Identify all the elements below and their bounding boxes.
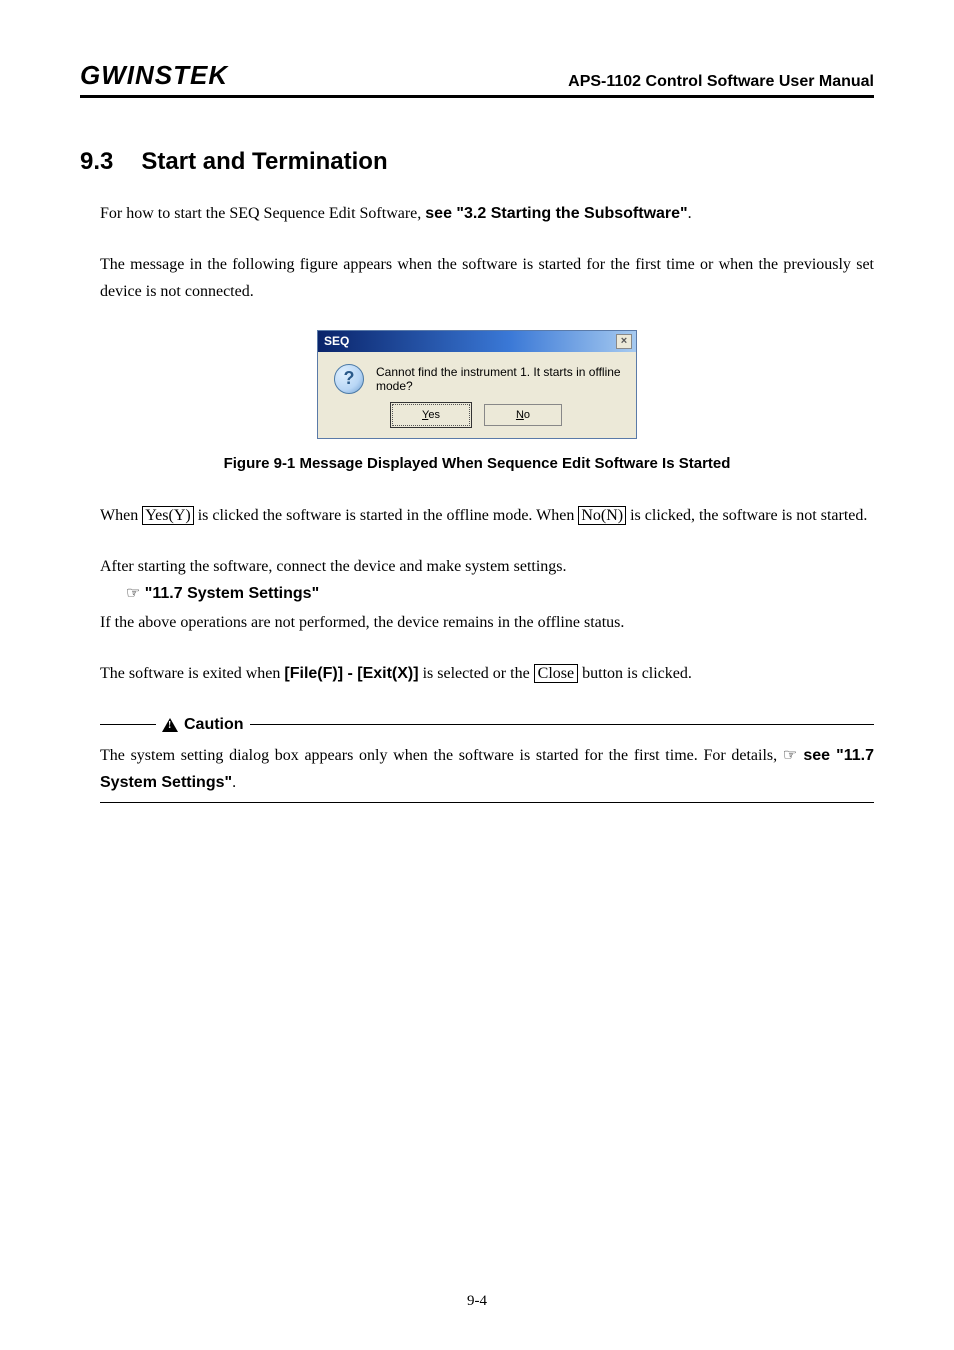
caution-label: Caution <box>184 716 244 734</box>
section-title: Start and Termination <box>141 148 387 175</box>
paragraph-yes-no: When Yes(Y) is clicked the software is s… <box>100 502 874 529</box>
document-title: APS-1102 Control Software User Manual <box>568 73 874 91</box>
brand-logo: GWINSTEK <box>80 60 228 91</box>
paragraph-after-start: After starting the software, connect the… <box>100 553 874 580</box>
close-key-label: Close <box>534 664 578 683</box>
cross-reference: ☞ "11.7 System Settings" <box>126 580 874 607</box>
section-number: 9.3 <box>80 148 113 176</box>
question-icon: ? <box>334 364 364 394</box>
section-heading: 9.3 Start and Termination <box>80 148 874 176</box>
paragraph-message-intro: The message in the following figure appe… <box>100 251 874 305</box>
divider <box>250 724 874 725</box>
caution-body: The system setting dialog box appears on… <box>100 742 874 803</box>
no-button[interactable]: No <box>484 404 562 426</box>
dialog-title-text: SEQ <box>324 334 349 348</box>
pointer-icon: ☞ <box>126 585 140 602</box>
paragraph-exit: The software is exited when [File(F)] - … <box>100 660 874 687</box>
yes-key-label: Yes(Y) <box>142 506 194 525</box>
pointer-icon: ☞ <box>783 747 797 764</box>
caution-block: Caution The system setting dialog box ap… <box>100 716 874 803</box>
dialog-seq: SEQ × ? Cannot find the instrument 1. It… <box>317 330 637 439</box>
dialog-titlebar: SEQ × <box>318 331 636 352</box>
divider <box>100 724 156 725</box>
figure-caption: Figure 9-1 Message Displayed When Sequen… <box>80 455 874 472</box>
dialog-message: Cannot find the instrument 1. It starts … <box>376 365 626 393</box>
page-number: 9-4 <box>0 1293 954 1310</box>
close-icon[interactable]: × <box>616 334 632 349</box>
no-key-label: No(N) <box>578 506 626 525</box>
warning-icon <box>162 718 178 732</box>
paragraph-offline-status: If the above operations are not performe… <box>100 609 874 636</box>
paragraph-intro: For how to start the SEQ Sequence Edit S… <box>100 200 874 227</box>
yes-button[interactable]: Yes <box>392 404 470 426</box>
